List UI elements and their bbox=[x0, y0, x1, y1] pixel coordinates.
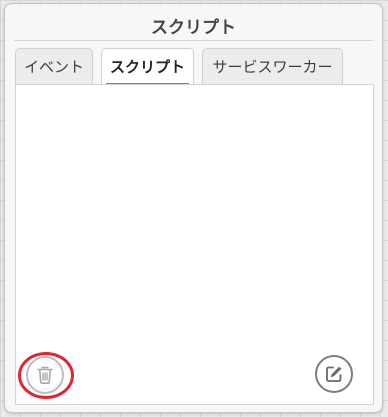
scripts-panel: スクリプト イベント スクリプト サービスワーカー bbox=[4, 3, 383, 413]
delete-button[interactable] bbox=[26, 356, 64, 394]
scripts-list bbox=[15, 84, 374, 405]
panel-title: スクリプト bbox=[151, 18, 236, 38]
tab-events[interactable]: イベント bbox=[15, 48, 93, 84]
title-divider bbox=[14, 40, 373, 41]
tab-scripts[interactable]: スクリプト bbox=[101, 48, 194, 85]
trash-icon bbox=[37, 366, 53, 385]
edit-button[interactable] bbox=[315, 355, 353, 393]
edit-icon bbox=[326, 366, 342, 382]
tab-service-workers[interactable]: サービスワーカー bbox=[202, 48, 343, 84]
